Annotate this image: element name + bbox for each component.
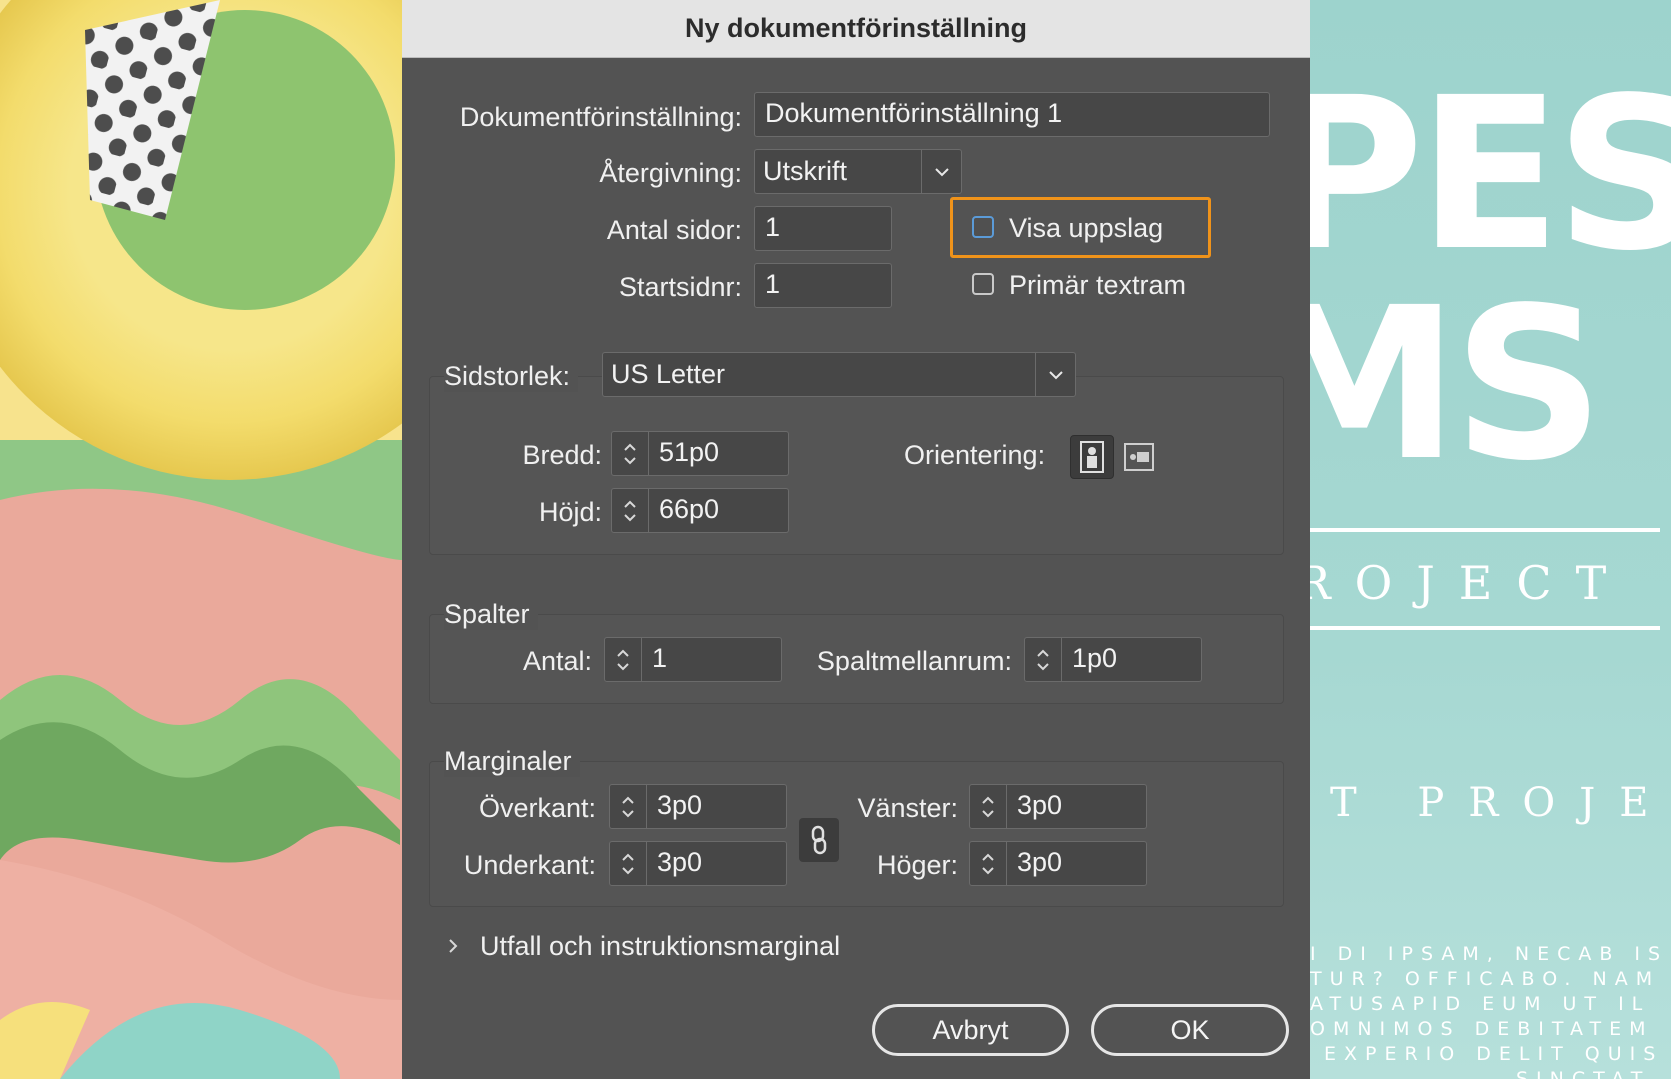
margin-left-label: Vänster: xyxy=(857,793,958,823)
margin-right-stepper[interactable]: 3p0 xyxy=(969,841,1147,886)
preset-name-input[interactable]: Dokumentförinställning 1 xyxy=(754,92,1270,137)
artwork-small-text-2: TUR? OFFICABO. NAM xyxy=(1310,968,1661,990)
gutter-value[interactable]: 1p0 xyxy=(1062,637,1202,682)
margin-left-value[interactable]: 3p0 xyxy=(1007,784,1147,829)
abstract-shapes-illustration xyxy=(0,0,402,1079)
orientation-label: Orientering: xyxy=(904,440,1046,470)
primary-text-frame-checkbox[interactable] xyxy=(972,273,994,295)
width-label: Bredd: xyxy=(522,440,602,470)
columns-count-label: Antal: xyxy=(522,646,592,676)
pages-label: Antal sidor: xyxy=(606,215,742,245)
pages-input[interactable]: 1 xyxy=(754,206,892,251)
background-artwork-right: PES MS ROJECT T PROJECT I DI IPSAM, NECA… xyxy=(1310,0,1671,1079)
artwork-small-text-4: OMNIMOS DEBITATEM xyxy=(1310,1018,1654,1040)
width-stepper[interactable]: 51p0 xyxy=(611,431,789,476)
intent-select-value: Utskrift xyxy=(763,156,847,186)
margin-bottom-value[interactable]: 3p0 xyxy=(647,841,787,886)
cancel-button[interactable]: Avbryt xyxy=(872,1004,1069,1056)
gutter-stepper[interactable]: 1p0 xyxy=(1024,637,1202,682)
stepper-arrows-icon[interactable] xyxy=(611,431,649,476)
columns-count-stepper[interactable]: 1 xyxy=(604,637,782,682)
background-artwork-left xyxy=(0,0,402,1079)
intent-select[interactable]: Utskrift xyxy=(754,149,962,194)
stepper-arrows-icon[interactable] xyxy=(1024,637,1062,682)
stepper-arrows-icon[interactable] xyxy=(604,637,642,682)
landscape-orientation-icon[interactable] xyxy=(1118,435,1162,479)
page-size-label: Sidstorlek: xyxy=(444,360,579,392)
artwork-small-text-1: I DI IPSAM, NECAB IS xyxy=(1310,943,1669,965)
page-size-select[interactable]: US Letter xyxy=(602,352,1076,397)
link-margins-icon[interactable] xyxy=(799,818,839,862)
new-document-preset-dialog: Ny dokumentförinställning Dokumentförins… xyxy=(402,0,1310,1079)
bleed-label: Utfall och instruktionsmarginal xyxy=(480,931,841,961)
artwork-spaced-text-2: T PROJECT xyxy=(1330,780,1671,826)
margins-title: Marginaler xyxy=(444,745,580,777)
page-size-select-value: US Letter xyxy=(611,359,726,389)
artwork-divider xyxy=(1310,528,1660,532)
bleed-disclosure[interactable]: Utfall och instruktionsmarginal xyxy=(444,928,1044,964)
artwork-big-text-1: PES xyxy=(1310,52,1671,297)
margin-top-stepper[interactable]: 3p0 xyxy=(609,784,787,829)
height-stepper[interactable]: 66p0 xyxy=(611,488,789,533)
stepper-arrows-icon[interactable] xyxy=(609,784,647,829)
margin-top-label: Överkant: xyxy=(478,793,596,823)
facing-pages-label: Visa uppslag xyxy=(1009,213,1164,243)
chevron-down-icon[interactable] xyxy=(1035,353,1075,396)
margin-bottom-label: Underkant: xyxy=(463,850,596,880)
chevron-right-icon xyxy=(449,939,458,953)
artwork-small-text-5: EXPERIO DELIT QUIS xyxy=(1324,1043,1664,1065)
columns-count-value[interactable]: 1 xyxy=(642,637,782,682)
facing-pages-checkbox[interactable] xyxy=(972,216,994,238)
gutter-label: Spaltmellanrum: xyxy=(816,646,1012,676)
height-value[interactable]: 66p0 xyxy=(649,488,789,533)
chevron-down-icon[interactable] xyxy=(921,150,961,193)
stepper-arrows-icon[interactable] xyxy=(969,784,1007,829)
portrait-orientation-icon[interactable] xyxy=(1070,435,1114,479)
margin-bottom-stepper[interactable]: 3p0 xyxy=(609,841,787,886)
intent-label: Återgivning: xyxy=(599,158,742,188)
artwork-small-text-3: ATUSAPID EUM UT IL xyxy=(1310,993,1651,1015)
artwork-spaced-text-1: ROJECT xyxy=(1310,556,1631,610)
columns-title: Spalter xyxy=(444,598,538,630)
ok-button[interactable]: OK xyxy=(1091,1004,1289,1056)
stepper-arrows-icon[interactable] xyxy=(969,841,1007,886)
start-page-label: Startsidnr: xyxy=(618,272,742,302)
dialog-titlebar[interactable]: Ny dokumentförinställning xyxy=(402,0,1310,58)
preset-label: Dokumentförinställning: xyxy=(459,102,742,132)
artwork-small-text-6: SINCTAT xyxy=(1516,1068,1651,1079)
margin-left-stepper[interactable]: 3p0 xyxy=(969,784,1147,829)
margin-right-value[interactable]: 3p0 xyxy=(1007,841,1147,886)
dialog-title: Ny dokumentförinställning xyxy=(684,13,1027,43)
margin-top-value[interactable]: 3p0 xyxy=(647,784,787,829)
height-label: Höjd: xyxy=(538,497,602,527)
margin-right-label: Höger: xyxy=(876,850,958,880)
primary-text-frame-label: Primär textram xyxy=(1009,270,1187,300)
width-value[interactable]: 51p0 xyxy=(649,431,789,476)
margins-group xyxy=(429,761,1284,907)
stepper-arrows-icon[interactable] xyxy=(609,841,647,886)
stepper-arrows-icon[interactable] xyxy=(611,488,649,533)
start-page-input[interactable]: 1 xyxy=(754,263,892,308)
artwork-big-text-2: MS xyxy=(1310,262,1604,507)
artwork-divider xyxy=(1310,626,1660,630)
